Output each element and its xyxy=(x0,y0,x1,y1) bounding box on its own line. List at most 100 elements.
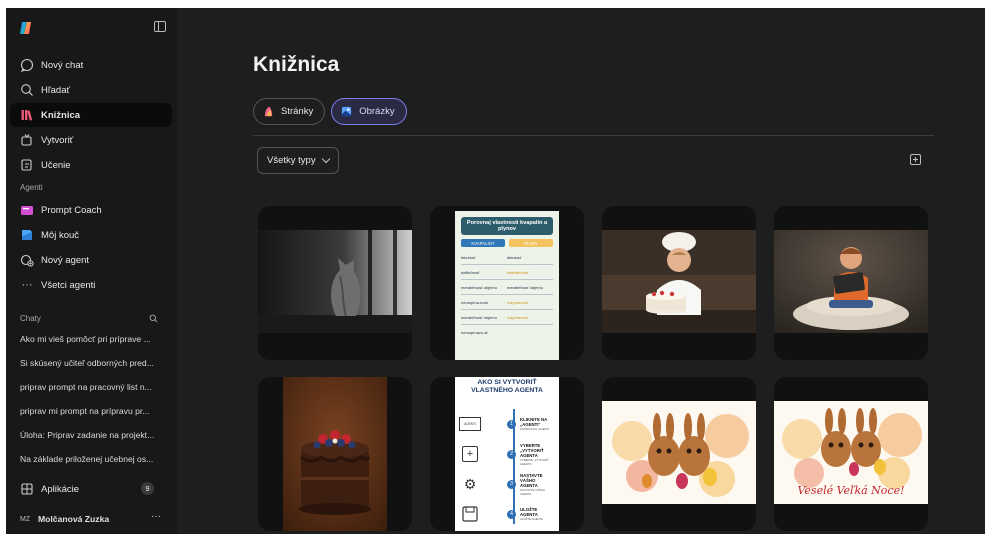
nav-label: Knižnica xyxy=(41,109,81,121)
filter-label: Všetky typy xyxy=(267,155,316,166)
copilot-logo-icon[interactable] xyxy=(18,20,34,36)
infographic-rows: tekutosť tekutosť deliteľnosť stlačiteľnos… xyxy=(461,250,553,340)
row-text: merateľnosť objemu xyxy=(461,314,497,320)
tab-pages[interactable]: Stránky xyxy=(253,98,326,125)
agent-all[interactable]: ··· Všetci agenti xyxy=(10,273,172,297)
step-sub: KLIKNITE NA „AGENTI“ xyxy=(520,427,550,431)
image-card-chocolate-cake[interactable] xyxy=(258,377,412,531)
more-icon: ··· xyxy=(21,279,33,291)
pages-icon xyxy=(264,106,273,117)
nav-label: Aplikácie xyxy=(41,483,80,495)
infographic-agent-image: AKO SI VYTVORIŤ VLASTNÉHO AGENTA AGENTI … xyxy=(455,377,559,531)
image-card-infographic-agent[interactable]: AKO SI VYTVORIŤ VLASTNÉHO AGENTA AGENTI … xyxy=(430,377,584,531)
user-name[interactable]: Molčanová Zuzka xyxy=(38,514,109,524)
col-header-liquids: KVAPALINY xyxy=(461,239,505,247)
prompt-coach-icon xyxy=(21,206,33,215)
nav-learning[interactable]: Učenie xyxy=(10,153,172,177)
avatar[interactable]: MZ xyxy=(20,516,30,523)
agent-label: Nový agent xyxy=(41,254,90,266)
sidebar: Nový chat Hľadať Knižnica Vytvoriť Učeni… xyxy=(6,8,177,534)
image-card-easter-greeting[interactable]: Veselé Veľká Noce! xyxy=(774,377,928,531)
step-number: 4 xyxy=(507,509,516,519)
row-text: merateľnosť objemu xyxy=(461,284,497,290)
step-number: 1 xyxy=(507,419,516,429)
step-4: 4 ULOŽTE AGENTA ULOŽTE AGENTA xyxy=(459,501,557,527)
agent-prompt-coach[interactable]: Prompt Coach xyxy=(10,198,172,222)
boy-tablet-image xyxy=(774,230,928,333)
chevron-down-icon xyxy=(321,154,330,164)
save-icon xyxy=(462,506,478,522)
library-tabs: Stránky Obrázky xyxy=(253,98,407,125)
step-head: VYBERTE „VYTVORIŤ AGENTA xyxy=(520,442,544,458)
infographic-liquids-image: Porovnaj vlastnosti kvapalín a plynov KV… xyxy=(455,211,559,360)
images-icon xyxy=(342,106,352,117)
type-filter-dropdown[interactable]: Všetky typy xyxy=(257,147,339,174)
step-1: AGENTI 1 KLIKNITE NA „AGENTI“ KLIKNITE NA… xyxy=(459,411,557,437)
chat-item[interactable]: priprav prompt na pracovný list n... xyxy=(20,382,170,392)
row-text: merateľnosť objemu xyxy=(507,284,543,290)
step-sub: ULOŽTE AGENTA xyxy=(520,517,543,521)
agent-label: Prompt Coach xyxy=(41,204,102,216)
col-header-gases: PLYNY xyxy=(509,239,553,247)
nav-label: Učenie xyxy=(41,159,71,171)
step-head: KLIKNITE NA „AGENTI“ xyxy=(520,417,548,427)
page-title: Knižnica xyxy=(253,53,340,76)
user-menu-icon[interactable]: ··· xyxy=(151,511,161,522)
step-number: 2 xyxy=(507,449,516,459)
row-text: tekutosť xyxy=(461,254,476,260)
row-text: stlačiteľnosť xyxy=(507,269,529,275)
agent-my-coach[interactable]: Môj kouč xyxy=(10,223,172,247)
tab-label: Obrázky xyxy=(359,106,395,117)
nav-create[interactable]: Vytvoriť xyxy=(10,128,172,152)
tab-label: Stránky xyxy=(281,106,314,117)
chat-item[interactable]: Ako mi vieš pomôcť pri príprave ... xyxy=(20,334,170,344)
plus-icon: + xyxy=(462,446,478,462)
nav-label: Nový chat xyxy=(41,59,84,71)
nav-label: Hľadať xyxy=(41,84,71,96)
add-icon[interactable] xyxy=(910,154,921,165)
sidebar-toggle-icon[interactable] xyxy=(154,21,166,32)
chats-search-icon[interactable] xyxy=(149,314,158,323)
step-head: ULOŽTE AGENTA xyxy=(520,507,538,517)
image-card-cat[interactable] xyxy=(258,206,412,360)
step-number: 3 xyxy=(507,479,516,489)
chat-item[interactable]: Si skúsený učiteľ odborných pred... xyxy=(20,358,170,368)
cat-window-image xyxy=(258,230,412,333)
step-icon-1: AGENTI xyxy=(459,417,481,431)
nav-new-chat[interactable]: Nový chat xyxy=(10,53,172,77)
step-sub: VYBERTE „VYTVORIŤ AGENTA xyxy=(520,457,549,466)
infographic-title: Porovnaj vlastnosti kvapalín a plynov xyxy=(461,217,553,235)
step-3: ⚙ 3 NASTAVTE VÁŠHO AGENTA NASTAVTE VÁŠHO … xyxy=(459,471,557,497)
agent-new[interactable]: Nový agent xyxy=(10,248,172,272)
divider xyxy=(253,135,934,136)
gear-icon: ⚙ xyxy=(463,475,477,492)
step-2: + 2 VYBERTE „VYTVORIŤ AGENTA VYBERTE „VYT… xyxy=(459,441,557,467)
image-card-easter[interactable] xyxy=(602,377,756,531)
row-text: nerozpínavo-sť xyxy=(461,330,488,335)
library-icon xyxy=(21,110,33,121)
infographic-title: AKO SI VYTVORIŤ VLASTNÉHO AGENTA xyxy=(471,379,543,395)
chat-item[interactable]: priprav mi prompt na prípravu pr... xyxy=(20,406,170,416)
chat-item[interactable]: Úloha: Priprav zadanie na projekt... xyxy=(20,430,170,440)
image-card-boy[interactable] xyxy=(774,206,928,360)
nav-search[interactable]: Hľadať xyxy=(10,78,172,102)
library-main: Knižnica Stránky Obrázky Všetky typy Por… xyxy=(177,8,985,534)
nav-library[interactable]: Knižnica xyxy=(10,103,172,127)
greeting-text: Veselé Veľká Noce! xyxy=(797,484,905,497)
row-text: nerozpína-nosť xyxy=(461,299,489,305)
search-icon xyxy=(21,84,33,96)
tab-images[interactable]: Obrázky xyxy=(331,98,407,125)
step-head: NASTAVTE VÁŠHO AGENTA xyxy=(520,472,543,488)
agent-label: Môj kouč xyxy=(41,229,80,241)
step-sub: NASTAVTE VÁŠHO AGENTA xyxy=(520,487,545,496)
new-agent-icon xyxy=(20,254,34,267)
apps-grid-icon xyxy=(21,483,33,495)
image-card-chef[interactable] xyxy=(602,206,756,360)
chat-item[interactable]: Na základe priloženej učebnej os... xyxy=(20,454,170,464)
row-text: deliteľnosť xyxy=(461,269,480,275)
image-card-infographic-liquids[interactable]: Porovnaj vlastnosti kvapalín a plynov KV… xyxy=(430,206,584,360)
row-text: tekutosť xyxy=(507,254,522,260)
row-text: rozpínavosť xyxy=(507,314,529,320)
chef-cake-image xyxy=(602,230,756,333)
chat-bubble-icon xyxy=(20,58,34,72)
